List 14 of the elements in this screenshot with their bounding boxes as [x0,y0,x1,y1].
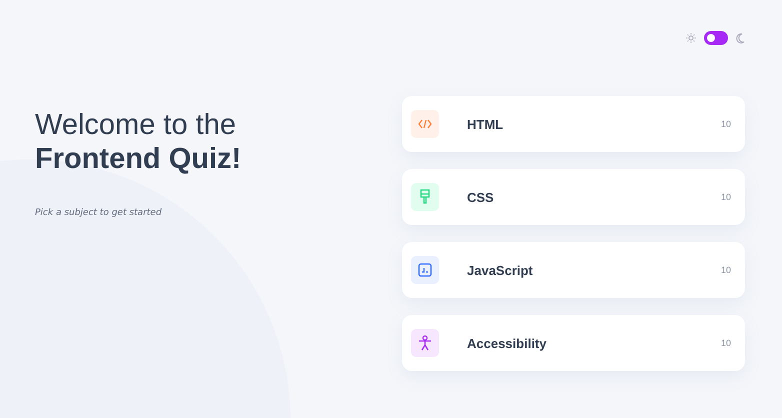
square-script-icon [418,263,432,277]
subject-button[interactable]: Accessibility 10 [402,315,745,371]
paintbrush-icon [419,189,431,205]
subject-button[interactable]: JavaScript 10 [402,242,745,298]
heading-title: Frontend Quiz! [35,142,242,176]
subject-button[interactable]: CSS 10 [402,169,745,225]
code-icon [418,119,432,129]
heading-line: Welcome to the [35,108,237,142]
person-icon [418,335,432,351]
theme-toggle[interactable] [704,31,728,45]
subject-button[interactable]: HTML 10 [402,96,745,152]
subtitle: Pick a subject to get started [35,208,163,218]
moon-icon [736,32,745,44]
sun-icon [686,33,696,43]
